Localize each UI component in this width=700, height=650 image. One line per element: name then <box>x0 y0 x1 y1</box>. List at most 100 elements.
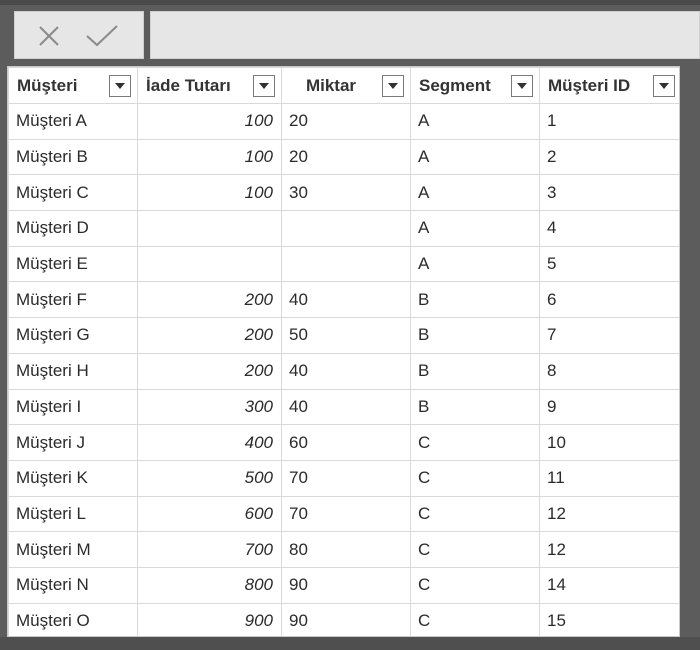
cell-musteri[interactable]: Müşteri E <box>8 245 138 283</box>
cell-musteri[interactable]: Müşteri J <box>8 424 138 461</box>
cell-segment[interactable]: A <box>410 138 540 176</box>
filter-dropdown-icon[interactable] <box>511 74 533 97</box>
cell-segment[interactable]: C <box>410 602 540 636</box>
cell-iade-tutari[interactable] <box>137 210 282 247</box>
cell-musteri[interactable]: Müşteri B <box>8 138 138 176</box>
cell-segment[interactable]: A <box>410 103 540 140</box>
table-row[interactable]: Müşteri N 800 90 C 14 <box>8 566 679 604</box>
cell-musteri-id[interactable]: 7 <box>539 317 679 354</box>
cell-musteri[interactable]: Müşteri H <box>8 352 138 390</box>
cell-segment[interactable]: B <box>410 352 540 390</box>
filter-dropdown-icon[interactable] <box>253 74 275 97</box>
cell-musteri-id[interactable]: 10 <box>539 424 679 461</box>
cell-musteri-id[interactable]: 3 <box>539 174 679 212</box>
cell-segment[interactable]: A <box>410 174 540 212</box>
cell-segment[interactable]: C <box>410 459 540 497</box>
cell-musteri-id[interactable]: 11 <box>539 459 679 497</box>
cell-musteri[interactable]: Müşteri G <box>8 317 138 354</box>
cell-musteri[interactable]: Müşteri I <box>8 388 138 426</box>
cell-miktar[interactable]: 20 <box>281 103 411 140</box>
filter-dropdown-icon[interactable] <box>653 74 675 97</box>
table-row[interactable]: Müşteri F 200 40 B 6 <box>8 281 679 319</box>
cell-miktar[interactable]: 40 <box>281 388 411 426</box>
cell-musteri[interactable]: Müşteri K <box>8 459 138 497</box>
formula-input[interactable] <box>150 11 700 59</box>
cell-musteri[interactable]: Müşteri M <box>8 531 138 568</box>
cell-iade-tutari[interactable]: 500 <box>137 459 282 497</box>
cell-musteri[interactable]: Müşteri A <box>8 103 138 140</box>
column-header-iade-tutari[interactable]: İade Tutarı <box>137 67 282 104</box>
cell-miktar[interactable]: 80 <box>281 531 411 568</box>
cell-iade-tutari[interactable]: 200 <box>137 317 282 354</box>
table-row[interactable]: Müşteri A 100 20 A 1 <box>8 103 679 140</box>
cell-miktar[interactable]: 30 <box>281 174 411 212</box>
cell-musteri-id[interactable]: 2 <box>539 138 679 176</box>
close-icon[interactable] <box>37 24 61 48</box>
table-row[interactable]: Müşteri O 900 90 C 15 <box>8 602 679 636</box>
table-row[interactable]: Müşteri C 100 30 A 3 <box>8 174 679 212</box>
cell-musteri-id[interactable]: 9 <box>539 388 679 426</box>
table-row[interactable]: Müşteri E A5 <box>8 245 679 283</box>
cell-musteri[interactable]: Müşteri C <box>8 174 138 212</box>
cell-iade-tutari[interactable] <box>137 245 282 283</box>
cell-segment[interactable]: C <box>410 424 540 461</box>
cell-iade-tutari[interactable]: 200 <box>137 281 282 319</box>
cell-musteri[interactable]: Müşteri F <box>8 281 138 319</box>
cell-musteri[interactable]: Müşteri L <box>8 495 138 533</box>
cell-iade-tutari[interactable]: 800 <box>137 566 282 604</box>
cell-musteri[interactable]: Müşteri D <box>8 210 138 247</box>
cell-segment[interactable]: B <box>410 388 540 426</box>
cell-iade-tutari[interactable]: 900 <box>137 602 282 636</box>
cell-miktar[interactable]: 90 <box>281 602 411 636</box>
cell-musteri-id[interactable]: 8 <box>539 352 679 390</box>
cell-miktar[interactable]: 20 <box>281 138 411 176</box>
table-row[interactable]: Müşteri L 600 70 C 12 <box>8 495 679 533</box>
cell-musteri-id[interactable]: 4 <box>539 210 679 247</box>
cell-iade-tutari[interactable]: 600 <box>137 495 282 533</box>
table-row[interactable]: Müşteri J 400 60 C 10 <box>8 424 679 461</box>
column-header-musteri[interactable]: Müşteri <box>8 67 138 104</box>
cell-musteri-id[interactable]: 5 <box>539 245 679 283</box>
cell-miktar[interactable]: 60 <box>281 424 411 461</box>
table-row[interactable]: Müşteri B 100 20 A 2 <box>8 138 679 176</box>
cell-musteri-id[interactable]: 1 <box>539 103 679 140</box>
column-header-segment[interactable]: Segment <box>410 67 540 104</box>
column-header-musteri-id[interactable]: Müşteri ID <box>539 67 679 104</box>
table-row[interactable]: Müşteri D A4 <box>8 210 679 247</box>
cell-musteri[interactable]: Müşteri O <box>8 602 138 636</box>
cell-musteri-id[interactable]: 14 <box>539 566 679 604</box>
cell-musteri-id[interactable]: 15 <box>539 602 679 636</box>
cell-miktar[interactable]: 40 <box>281 352 411 390</box>
filter-dropdown-icon[interactable] <box>382 74 404 97</box>
cell-iade-tutari[interactable]: 700 <box>137 531 282 568</box>
cell-iade-tutari[interactable]: 100 <box>137 103 282 140</box>
cell-segment[interactable]: A <box>410 210 540 247</box>
cell-iade-tutari[interactable]: 200 <box>137 352 282 390</box>
cell-miktar[interactable]: 70 <box>281 495 411 533</box>
cell-segment[interactable]: C <box>410 495 540 533</box>
cell-miktar[interactable]: 70 <box>281 459 411 497</box>
cell-segment[interactable]: B <box>410 317 540 354</box>
cell-iade-tutari[interactable]: 400 <box>137 424 282 461</box>
cell-miktar[interactable] <box>281 210 411 247</box>
cell-musteri-id[interactable]: 12 <box>539 531 679 568</box>
table-row[interactable]: Müşteri I 300 40 B 9 <box>8 388 679 426</box>
table-row[interactable]: Müşteri M 700 80 C 12 <box>8 531 679 568</box>
table-row[interactable]: Müşteri K 500 70 C 11 <box>8 459 679 497</box>
cell-miktar[interactable] <box>281 245 411 283</box>
cell-iade-tutari[interactable]: 100 <box>137 174 282 212</box>
cell-miktar[interactable]: 90 <box>281 566 411 604</box>
cell-musteri-id[interactable]: 6 <box>539 281 679 319</box>
cell-segment[interactable]: A <box>410 245 540 283</box>
table-row[interactable]: Müşteri G 200 50 B 7 <box>8 317 679 354</box>
table-row[interactable]: Müşteri H 200 40 B 8 <box>8 352 679 390</box>
cell-iade-tutari[interactable]: 100 <box>137 138 282 176</box>
cell-segment[interactable]: C <box>410 566 540 604</box>
cell-musteri[interactable]: Müşteri N <box>8 566 138 604</box>
cell-segment[interactable]: B <box>410 281 540 319</box>
column-header-miktar[interactable]: Miktar <box>281 67 411 104</box>
cell-musteri-id[interactable]: 12 <box>539 495 679 533</box>
cell-miktar[interactable]: 40 <box>281 281 411 319</box>
cell-iade-tutari[interactable]: 300 <box>137 388 282 426</box>
cell-miktar[interactable]: 50 <box>281 317 411 354</box>
